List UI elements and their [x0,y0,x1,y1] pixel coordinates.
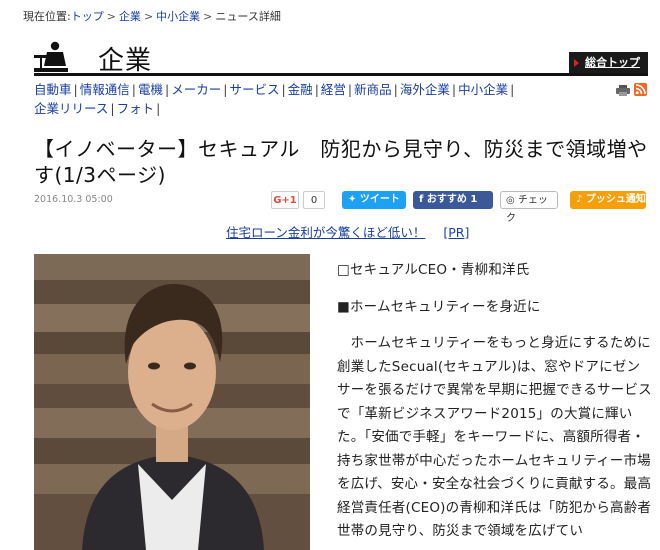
category-divider: | [223,82,228,97]
utility-icons [616,83,650,97]
breadcrumb-link-top[interactable]: トップ [71,10,104,23]
pr-tag: [PR] [443,225,470,240]
category-link-manufacturer[interactable]: メーカー [171,82,221,97]
category-link-management[interactable]: 経営 [321,82,346,97]
breadcrumb-link-company[interactable]: 企業 [119,10,141,23]
category-divider: | [131,82,136,97]
sponsored-ad-link[interactable]: 住宅ローン金利が今驚くほど低い！ [PR] [226,222,469,241]
category-divider: | [164,82,170,97]
top-page-link-label: 総合トップ [585,56,640,69]
category-divider: | [393,82,398,97]
breadcrumb-prefix: 現在位置: [23,10,71,23]
google-plus-button[interactable]: G+1 [271,191,299,209]
breadcrumb-current: ニュース詳細 [215,10,281,23]
tweet-button[interactable]: ✦ ツイート [342,191,406,209]
triangle-right-icon [574,59,579,67]
article-body: □セキュアルCEO・青柳和洋氏 ■ホームセキュリティーを身近に ホームセキュリテ… [337,259,653,544]
print-icon[interactable] [616,85,630,96]
breadcrumb-separator: > [143,10,154,23]
publish-date: 2016.10.3 05:00 [34,194,113,205]
category-link-electronics[interactable]: 電機 [138,82,163,97]
mixi-icon: ◎ [506,195,518,206]
category-link-sme[interactable]: 中小企業 [458,82,508,97]
businessman-icon [34,41,68,72]
push-notification-button[interactable]: ♪ プッシュ通知 [570,191,646,209]
facebook-icon: f [419,194,427,205]
ad-text: 住宅ローン金利が今驚くほど低い！ [226,225,426,240]
breadcrumb-separator: > [106,10,116,23]
google-plus-label: G+1 [273,195,297,206]
facebook-recommend-button[interactable]: f おすすめ 1 [413,191,493,209]
category-link-automobile[interactable]: 自動車 [34,82,72,97]
category-link-finance[interactable]: 金融 [288,82,313,97]
article-paragraph: ホームセキュリティーをもっと身近にするために創業したSecual(セキュアル)は… [337,335,652,539]
twitter-bird-icon: ✦ [348,194,360,205]
ceo-portrait-photo [34,254,310,550]
google-plus-count: 0 [303,191,325,209]
top-page-link[interactable]: 総合トップ [569,52,648,73]
category-divider: | [156,101,161,116]
category-divider: | [314,82,319,97]
breadcrumb-link-sme[interactable]: 中小企業 [156,10,200,23]
tweet-label: ツイート [359,194,400,205]
category-divider: | [110,101,115,116]
mixi-check-button[interactable]: ◎ チェック [500,191,558,224]
category-divider: | [510,82,515,97]
facebook-label: おすすめ 1 [426,194,478,205]
breadcrumb-separator: > [203,10,213,23]
breadcrumb: 現在位置:トップ > 企業 > 中小企業 > ニュース詳細 [23,8,281,24]
photo-caption: □セキュアルCEO・青柳和洋氏 [337,262,530,278]
category-link-photo[interactable]: フォト [117,101,155,116]
article-subheading: ■ホームセキュリティーを身近に [337,298,541,315]
category-divider: | [281,82,286,97]
section-title: 企業 [98,46,153,76]
category-link-releases[interactable]: 企業リリース [34,101,108,116]
category-divider: | [451,82,457,97]
category-link-telecom[interactable]: 情報通信 [80,82,130,97]
section-header: 企業 総合トップ [34,38,648,76]
article-headline: 【イノベーター】セキュアル 防犯から見守り、防災まで領域増やす(1/3ページ) [34,137,648,187]
bell-icon: ♪ [576,194,586,205]
push-label: プッシュ通知 [585,194,646,205]
category-nav: 自動車 | 情報通信 | 電機 | メーカー | サービス | 金融 | 経営 | 新商品 | 海外企業 | 中小企… [34,80,594,118]
category-link-new-products[interactable]: 新商品 [354,82,392,97]
category-link-service[interactable]: サービス [229,82,279,97]
category-link-overseas[interactable]: 海外企業 [400,82,450,97]
category-divider: | [73,82,78,97]
category-divider: | [347,82,353,97]
rss-icon[interactable] [634,83,647,96]
